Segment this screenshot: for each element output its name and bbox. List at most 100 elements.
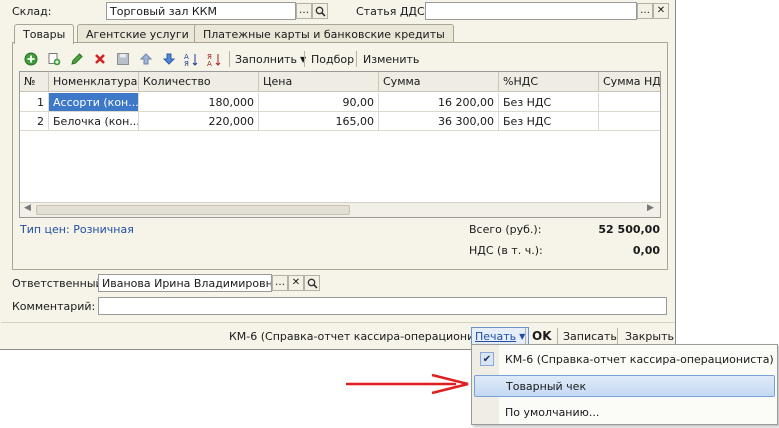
change-button[interactable]: Изменить xyxy=(363,51,419,67)
sort-desc-icon: ЯА xyxy=(207,53,221,67)
price-type-link[interactable]: Тип цен: Розничная xyxy=(20,223,134,236)
scroll-left-icon[interactable]: ◀ xyxy=(24,203,31,213)
print-menu: ✔ КМ-6 (Справка-отчет кассира-операциони… xyxy=(471,344,778,425)
cell-item[interactable]: Белочка (кон... xyxy=(49,112,139,131)
move-down-icon xyxy=(162,53,175,65)
bottom-separator xyxy=(525,328,526,344)
sort-asc-button[interactable]: АЯ xyxy=(183,51,200,67)
bottom-separator xyxy=(557,328,558,344)
svg-text:Я: Я xyxy=(184,60,189,67)
scroll-right-icon[interactable]: ▶ xyxy=(647,203,654,213)
responsible-field[interactable]: Иванова Ирина Владимировна xyxy=(98,274,272,292)
comment-field[interactable] xyxy=(98,297,667,315)
add-icon xyxy=(24,52,37,66)
total-label: Всего (руб.): xyxy=(469,223,542,236)
tab-agent-services-label: Агентские услуги xyxy=(86,27,189,41)
tab-goods-label: Товары xyxy=(23,28,66,41)
cell-item[interactable]: Ассорти (кон... xyxy=(49,93,139,112)
responsible-label: Ответственный: xyxy=(12,277,107,290)
copy-button[interactable] xyxy=(45,51,62,67)
print-menu-button[interactable]: Печать ▼ xyxy=(471,327,530,345)
move-up-button[interactable] xyxy=(137,51,154,67)
menu-item-sales-receipt-label: Товарный чек xyxy=(506,379,587,393)
responsible-clear-button[interactable]: ✕ xyxy=(288,275,304,291)
checkmark-icon: ✔ xyxy=(480,352,494,366)
responsible-select-button[interactable]: … xyxy=(272,275,288,291)
document-window: Склад: Торговый зал ККМ … Статья ДДС: … … xyxy=(0,0,676,350)
cashflow-select-button[interactable]: … xyxy=(637,3,653,19)
tab-agent-services[interactable]: Агентские услуги xyxy=(77,24,198,43)
menu-item-default[interactable]: По умолчанию... xyxy=(474,401,775,423)
close-icon: ✕ xyxy=(291,277,301,288)
responsible-search-button[interactable] xyxy=(304,275,320,291)
cell-vat-rate[interactable]: Без НДС xyxy=(499,93,599,112)
comment-label: Комментарий: xyxy=(12,300,96,313)
copy-icon xyxy=(48,53,60,66)
menu-item-km6-label: КМ-6 (Справка-отчет кассира-операционист… xyxy=(505,352,774,366)
cell-vat-rate[interactable]: Без НДС xyxy=(499,112,599,131)
cell-price[interactable]: 90,00 xyxy=(259,93,379,112)
column-header-vat-rate[interactable]: %НДС xyxy=(499,72,599,92)
column-header-sum[interactable]: Сумма xyxy=(379,72,499,92)
toolbar-separator xyxy=(229,51,230,67)
fill-button-label: Заполнить xyxy=(235,52,297,66)
close-button[interactable]: Закрыть xyxy=(625,327,674,345)
cell-price[interactable]: 165,00 xyxy=(259,112,379,131)
tab-payment-cards-label: Платежные карты и банковские кредиты xyxy=(203,27,445,41)
km6-print-button[interactable]: КМ-6 (Справка-отчет кассира-операционист… xyxy=(229,327,498,345)
cell-sum[interactable]: 16 200,00 xyxy=(379,93,499,112)
horizontal-scrollbar[interactable]: ◀ ▶ xyxy=(20,202,660,217)
cell-sum[interactable]: 36 300,00 xyxy=(379,112,499,131)
column-header-item[interactable]: Номенклатура xyxy=(49,72,139,92)
bottom-divider xyxy=(1,322,675,323)
svg-text:А: А xyxy=(207,60,212,67)
warehouse-select-button[interactable]: … xyxy=(296,3,312,19)
add-button[interactable] xyxy=(22,51,39,67)
menu-item-km6[interactable]: ✔ КМ-6 (Справка-отчет кассира-операциони… xyxy=(474,348,775,370)
fill-button[interactable]: Заполнить ▼ xyxy=(235,51,306,67)
close-icon: ✕ xyxy=(656,5,666,16)
total-value: 52 500,00 xyxy=(598,223,660,236)
vat-label: НДС (в т. ч.): xyxy=(469,244,543,257)
warehouse-field[interactable]: Торговый зал ККМ xyxy=(106,2,296,20)
menu-item-default-label: По умолчанию... xyxy=(505,405,600,419)
goods-table[interactable]: № Номенклатура Количество Цена Сумма %НД… xyxy=(19,71,661,218)
menu-item-sales-receipt[interactable]: Товарный чек xyxy=(474,375,775,397)
cell-quantity[interactable]: 180,000 xyxy=(139,93,259,112)
cashflow-clear-button[interactable]: ✕ xyxy=(653,3,669,19)
cell-number[interactable]: 1 xyxy=(20,93,49,112)
delete-icon xyxy=(94,54,105,64)
pick-button[interactable]: Подбор xyxy=(311,51,354,67)
save-row-button[interactable] xyxy=(114,51,131,67)
cell-number[interactable]: 2 xyxy=(20,112,49,131)
delete-button[interactable] xyxy=(91,51,108,67)
move-up-icon xyxy=(139,53,152,65)
vat-value: 0,00 xyxy=(632,244,660,257)
bottom-separator xyxy=(617,328,618,344)
save-button[interactable]: Записать xyxy=(563,327,617,345)
ok-button[interactable]: OK xyxy=(532,327,552,345)
scrollbar-thumb[interactable] xyxy=(36,205,350,215)
move-down-button[interactable] xyxy=(160,51,177,67)
red-arrow-icon xyxy=(346,373,469,395)
warehouse-label: Склад: xyxy=(12,5,52,18)
edit-button[interactable] xyxy=(68,51,85,67)
column-header-vat-sum[interactable]: Сумма НДС xyxy=(599,72,660,92)
search-icon xyxy=(315,6,326,17)
toolbar-separator xyxy=(304,51,305,67)
cell-quantity[interactable]: 220,000 xyxy=(139,112,259,131)
cell-vat-sum[interactable] xyxy=(599,112,660,131)
ellipsis-icon: … xyxy=(299,5,309,16)
column-header-number[interactable]: № xyxy=(20,72,49,92)
cashflow-field[interactable] xyxy=(425,2,637,20)
column-header-quantity[interactable]: Количество xyxy=(139,72,259,92)
column-header-price[interactable]: Цена xyxy=(259,72,379,92)
cell-vat-sum[interactable] xyxy=(599,93,660,112)
sort-asc-icon: АЯ xyxy=(184,53,198,67)
tab-goods[interactable]: Товары xyxy=(14,24,75,44)
warehouse-search-button[interactable] xyxy=(312,3,328,19)
ellipsis-icon: … xyxy=(640,5,650,16)
tab-payment-cards[interactable]: Платежные карты и банковские кредиты xyxy=(194,24,454,43)
toolbar-separator xyxy=(356,51,357,67)
sort-desc-button[interactable]: ЯА xyxy=(206,51,223,67)
